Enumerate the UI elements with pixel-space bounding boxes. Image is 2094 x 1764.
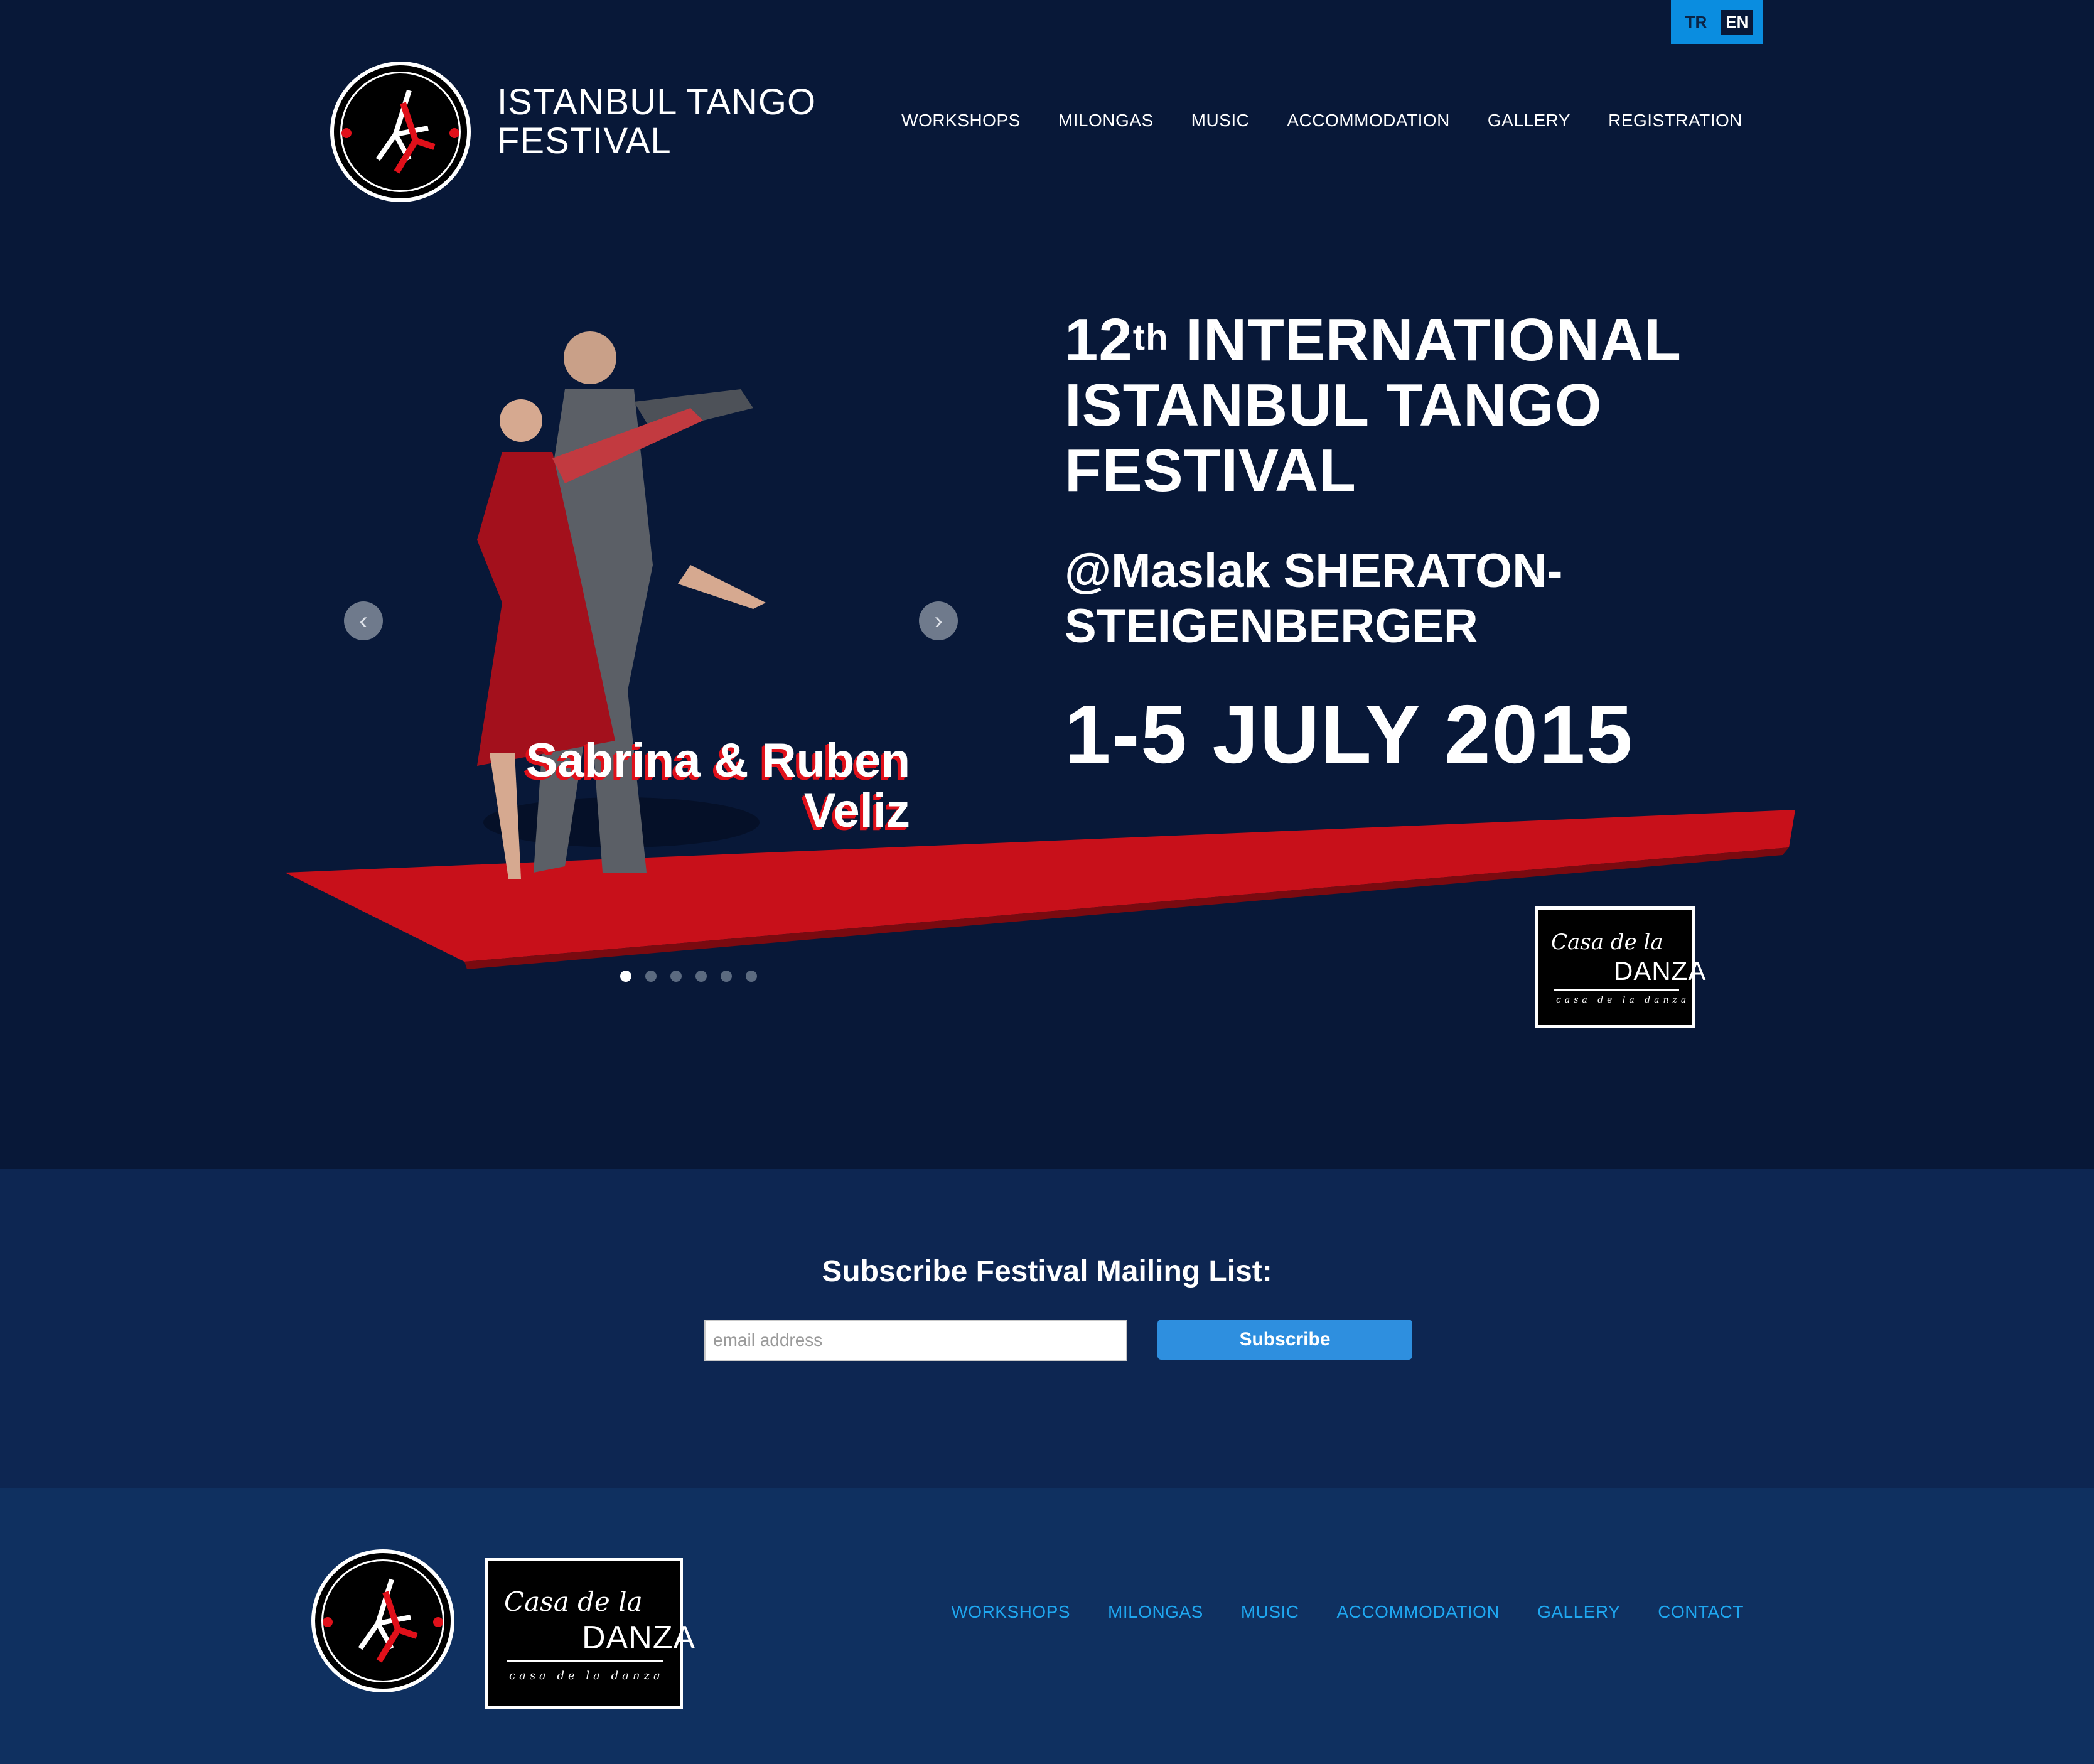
chevron-right-icon[interactable]: › (919, 601, 958, 640)
slide-dot[interactable] (620, 971, 631, 982)
slide-dot[interactable] (746, 971, 757, 982)
subscribe-button[interactable]: Subscribe (1157, 1320, 1412, 1360)
casa-logo-tagline: casa de la danza (1556, 995, 1690, 1005)
footer-nav-workshops[interactable]: WORKSHOPS (951, 1602, 1070, 1622)
footer-nav-accommodation[interactable]: ACCOMMODATION (1337, 1602, 1500, 1622)
hero-ordinal-suffix: th (1132, 317, 1169, 358)
footer-nav: WORKSHOPS MILONGAS MUSIC ACCOMMODATION G… (951, 1602, 1744, 1622)
hero-date: 1-5 JULY 2015 (1065, 688, 1634, 780)
footer-nav-milongas[interactable]: MILONGAS (1108, 1602, 1203, 1622)
hero-heading: 12th INTERNATIONAL ISTANBUL TANGO FESTIV… (1065, 308, 1818, 503)
footer-casa-de-la-danza-logo[interactable]: Casa de la DANZA casa de la danza (485, 1558, 695, 1709)
email-field[interactable] (704, 1320, 1127, 1361)
casa-logo-brand: DANZA (1614, 956, 1707, 986)
slide-dot[interactable] (670, 971, 682, 982)
casa-logo-script: Casa de la (1551, 930, 1663, 955)
subscribe-title: Subscribe Festival Mailing List: (822, 1255, 1272, 1288)
slide-caption: Sabrina & Ruben Veliz (496, 736, 910, 836)
footer-nav-music[interactable]: MUSIC (1241, 1602, 1299, 1622)
hero-heading-line1: INTERNATIONAL (1186, 306, 1682, 374)
slide-caption-line1: Sabrina & Ruben (525, 734, 910, 787)
chevron-left-icon[interactable]: ‹ (344, 601, 383, 640)
hero-ordinal-number: 12 (1065, 306, 1133, 374)
slide-dot[interactable] (645, 971, 657, 982)
footer-nav-gallery[interactable]: GALLERY (1537, 1602, 1620, 1622)
hero-heading-line2: ISTANBUL TANGO (1065, 372, 1603, 439)
slide-dot[interactable] (695, 971, 707, 982)
footer-casa-logo-brand: DANZA (582, 1620, 696, 1656)
footer-casa-logo-script: Casa de la (504, 1586, 643, 1617)
hero-venue-line2: STEIGENBERGER (1065, 600, 1478, 653)
slide-dot[interactable] (721, 971, 732, 982)
slide-caption-line2: Veliz (804, 784, 910, 837)
footer-casa-logo-tagline: casa de la danza (509, 1669, 664, 1682)
slide-pagination (620, 971, 757, 982)
footer-nav-contact[interactable]: CONTACT (1658, 1602, 1744, 1622)
hero-venue: @Maslak SHERATON- STEIGENBERGER (1065, 544, 1692, 654)
casa-de-la-danza-logo[interactable]: Casa de la DANZA casa de la danza (1535, 906, 1705, 1028)
hero-heading-line3: FESTIVAL (1065, 437, 1356, 504)
footer-festival-badge-icon[interactable] (311, 1549, 454, 1692)
hero-venue-line1: @Maslak SHERATON- (1065, 544, 1563, 598)
